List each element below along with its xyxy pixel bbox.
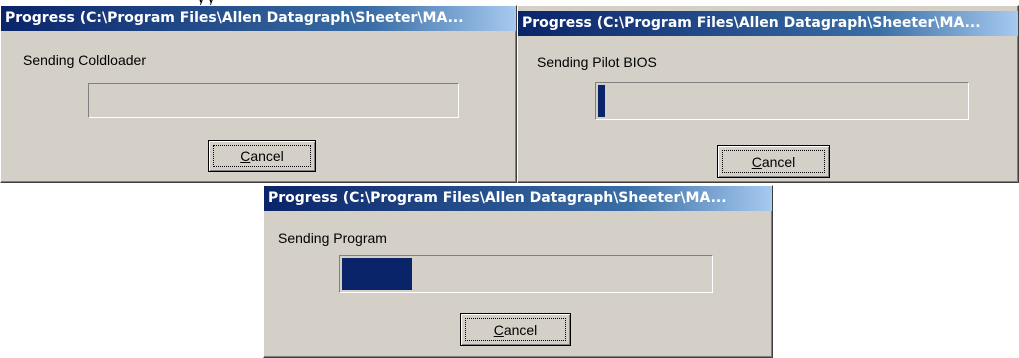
cancel-button[interactable]: Cancel — [460, 313, 571, 346]
focus-rect: Cancel — [465, 318, 566, 341]
progress-fill — [342, 258, 412, 290]
title-bar[interactable]: Progress (C:\Program Files\Allen Datagra… — [518, 11, 1018, 36]
progress-dialog-program: Progress (C:\Program Files\Allen Datagra… — [263, 185, 773, 358]
focus-rect: Cancel — [722, 150, 825, 173]
cancel-button[interactable]: Cancel — [208, 140, 316, 172]
progress-bar — [88, 83, 459, 118]
cancel-label: ancel — [250, 148, 284, 164]
status-text: Sending Coldloader — [23, 52, 146, 68]
focus-rect: Cancel — [213, 145, 311, 167]
cancel-button[interactable]: Cancel — [717, 145, 830, 178]
progress-fill — [598, 85, 606, 117]
progress-dialog-coldloader: Progress (C:\Program Files\Allen Datagra… — [0, 5, 517, 183]
status-text: Sending Pilot BIOS — [537, 54, 657, 70]
cancel-mnemonic: C — [493, 321, 504, 338]
title-bar[interactable]: Progress (C:\Program Files\Allen Datagra… — [264, 186, 772, 211]
title-bar[interactable]: Progress (C:\Program Files\Allen Datagra… — [1, 6, 516, 31]
status-text: Sending Program — [278, 230, 387, 246]
cancel-label: ancel — [761, 153, 796, 170]
cancel-mnemonic: C — [240, 148, 251, 164]
progress-track — [91, 86, 456, 115]
progress-bar — [339, 255, 713, 293]
progress-track — [598, 85, 966, 117]
progress-dialog-pilot-bios: Progress (C:\Program Files\Allen Datagra… — [517, 5, 1019, 183]
progress-track — [342, 258, 710, 290]
cancel-mnemonic: C — [751, 153, 762, 170]
cancel-label: ancel — [503, 321, 538, 338]
progress-bar — [595, 82, 969, 120]
